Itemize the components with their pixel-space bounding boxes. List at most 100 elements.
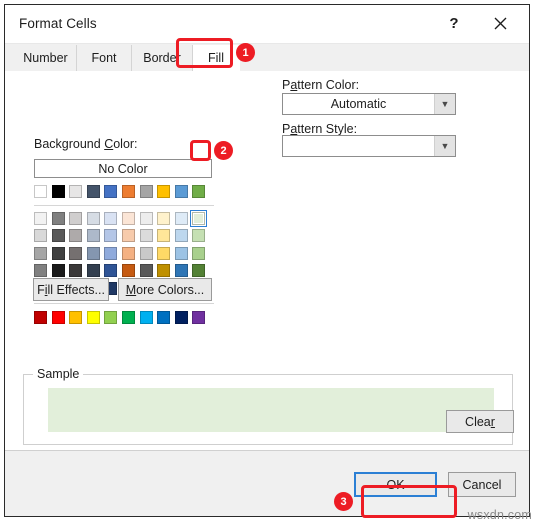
sample-preview [48,388,494,432]
palette-divider [34,205,214,206]
color-swatch[interactable] [51,264,65,278]
color-swatch[interactable] [192,311,206,324]
chevron-down-icon[interactable]: ▼ [434,94,455,114]
color-swatch[interactable] [139,264,153,278]
tab-font[interactable]: Font [77,45,132,71]
tab-label: Border [143,51,181,65]
color-swatch[interactable] [86,229,100,243]
color-swatch[interactable] [34,229,47,243]
cancel-button[interactable]: Cancel [448,472,516,497]
format-cells-dialog: Format Cells ? Number Font Border Fill Back… [4,4,530,517]
color-swatch[interactable] [51,212,65,225]
palette-row [34,246,214,265]
color-swatch[interactable] [157,229,171,243]
tab-border[interactable]: Border [132,45,193,71]
tab-fill[interactable]: Fill [193,45,240,71]
sample-legend: Sample [33,367,84,381]
color-swatch-selected[interactable] [190,210,208,227]
color-swatch[interactable] [69,311,83,324]
color-swatch[interactable] [34,311,47,324]
color-swatch[interactable] [122,246,135,260]
pattern-color-label: Pattern Color: [282,78,360,92]
no-color-button[interactable]: No Color [34,159,212,178]
color-swatch[interactable] [157,311,171,324]
color-swatch[interactable] [69,185,83,198]
color-swatch[interactable] [104,246,118,260]
color-swatch[interactable] [104,185,118,198]
color-swatch[interactable] [51,311,65,324]
pattern-style-label: Pattern Style: [282,122,358,136]
color-swatch[interactable] [104,229,118,243]
color-swatch[interactable] [139,212,153,225]
color-swatch[interactable] [157,212,171,225]
color-swatch[interactable] [69,229,83,243]
color-swatch[interactable] [104,264,118,278]
tab-label: Number [23,51,68,65]
color-swatch[interactable] [122,185,135,198]
color-swatch[interactable] [157,264,171,278]
pattern-color-value: Automatic [330,97,387,111]
tab-number[interactable]: Number [15,45,77,71]
color-swatch[interactable] [192,229,206,243]
watermark: wsxdn.com [467,508,532,522]
color-swatch[interactable] [51,246,65,260]
palette-row [34,210,214,230]
pattern-style-combo[interactable]: ▼ [282,135,456,157]
ok-button[interactable]: OK [354,472,437,497]
color-swatch[interactable] [174,264,188,278]
color-swatch[interactable] [174,311,188,324]
clear-button[interactable]: Clea r [446,410,514,433]
color-swatch[interactable] [174,246,188,260]
color-swatch[interactable] [157,185,171,198]
color-swatch[interactable] [34,246,47,260]
color-swatch[interactable] [122,311,135,324]
color-swatch[interactable] [192,246,206,260]
color-swatch[interactable] [157,246,171,260]
color-swatch[interactable] [139,185,153,198]
tab-label: Fill [208,50,224,65]
color-swatch[interactable] [192,185,206,198]
sample-group: Sample [23,367,513,445]
color-swatch[interactable] [51,229,65,243]
color-swatch[interactable] [192,264,206,278]
color-swatch[interactable] [139,246,153,260]
color-swatch[interactable] [34,185,47,198]
pattern-color-combo[interactable]: Automatic ▼ [282,93,456,115]
fill-tab-panel: Background Color: No Color Fi ll Effects.… [5,71,529,451]
color-swatch[interactable] [122,229,135,243]
color-swatch[interactable] [34,264,47,278]
color-swatch[interactable] [139,229,153,243]
color-swatch[interactable] [86,264,100,278]
help-icon[interactable]: ? [437,5,471,42]
palette-row [34,229,214,247]
color-swatch[interactable] [86,311,100,324]
color-swatch[interactable] [104,212,118,225]
color-swatch[interactable] [34,212,47,225]
background-color-label: Background Color: [34,137,138,151]
color-swatch[interactable] [69,246,83,260]
palette-row [34,311,214,329]
title-bar: Format Cells ? [5,5,529,44]
color-swatch[interactable] [86,212,100,225]
color-swatch[interactable] [51,185,65,198]
tab-strip: Number Font Border Fill [5,44,529,72]
color-swatch[interactable] [86,185,100,198]
color-swatch[interactable] [122,264,135,278]
color-swatch[interactable] [139,311,153,324]
color-swatch[interactable] [174,229,188,243]
color-swatch[interactable] [86,246,100,260]
dialog-footer: Clea r OK Cancel [5,410,529,516]
color-swatch[interactable] [174,185,188,198]
tab-label: Font [91,51,117,65]
palette-row [34,185,214,203]
fill-effects-button[interactable]: Fi ll Effects... [33,278,109,301]
color-swatch[interactable] [69,212,83,225]
color-swatch[interactable] [69,264,83,278]
page-title: Format Cells [19,16,97,31]
more-colors-button[interactable]: More Colors... [118,278,212,301]
close-icon[interactable] [483,5,517,42]
color-swatch[interactable] [104,311,118,324]
color-swatch[interactable] [122,212,135,225]
color-swatch[interactable] [174,212,188,225]
chevron-down-icon[interactable]: ▼ [434,136,455,156]
